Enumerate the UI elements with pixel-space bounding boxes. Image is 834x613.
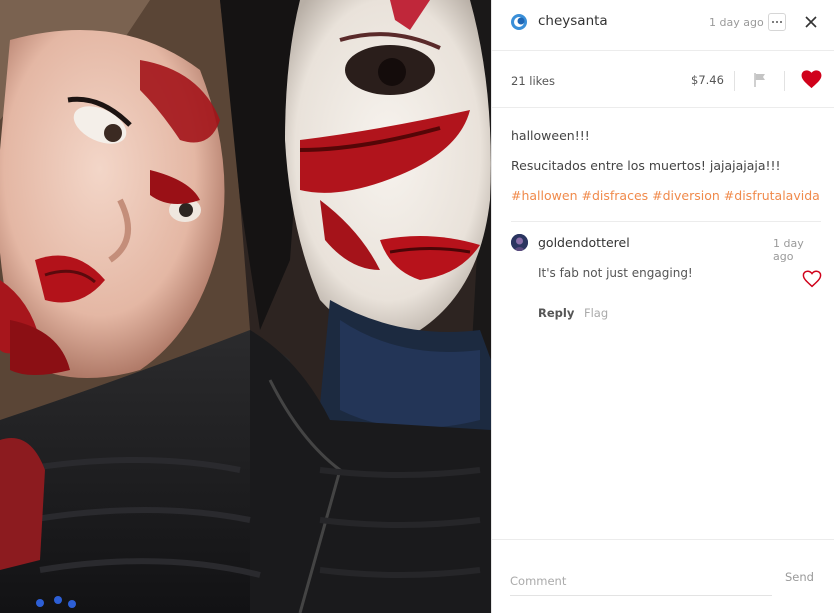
close-icon[interactable]: [803, 14, 819, 30]
post-detail-panel: cheysanta 1 day ago 21 likes $7.46 hallo…: [491, 0, 834, 613]
author-username[interactable]: cheysanta: [538, 13, 608, 29]
post-text: Resucitados entre los muertos! jajajajaj…: [511, 158, 781, 173]
comment-timestamp: 1 day ago: [773, 237, 804, 263]
flag-comment-button[interactable]: Flag: [584, 306, 608, 320]
comment-author-avatar[interactable]: [511, 234, 528, 251]
post-divider: [511, 221, 821, 222]
post-stats-bar: 21 likes $7.46: [492, 51, 834, 108]
stats-divider: [734, 71, 735, 91]
flag-icon[interactable]: [752, 72, 768, 88]
comment-author[interactable]: goldendotterel: [538, 235, 630, 250]
comment-input[interactable]: [510, 567, 772, 596]
post-timestamp: 1 day ago: [709, 16, 764, 29]
post-tags: #hallowen #disfraces #diversion #disfrut…: [511, 188, 821, 204]
tag-link[interactable]: #disfraces: [581, 188, 648, 203]
more-options-icon[interactable]: [768, 13, 786, 31]
payout-value: $7.46: [691, 73, 724, 87]
tag-link[interactable]: #diversion: [652, 188, 720, 203]
heart-icon[interactable]: [801, 70, 822, 89]
post-header: cheysanta 1 day ago: [492, 0, 834, 51]
tag-link[interactable]: #disfrutalavida: [724, 188, 820, 203]
tag-link[interactable]: #hallowen: [511, 188, 578, 203]
reply-button[interactable]: Reply: [538, 306, 574, 320]
author-avatar[interactable]: [510, 13, 528, 31]
post-photo: [0, 0, 491, 613]
comment-heart-icon[interactable]: [802, 270, 822, 288]
comment-item: goldendotterel 1 day ago It's fab not ju…: [511, 234, 826, 324]
post-body: halloween!!! Resucitados entre los muert…: [511, 128, 821, 204]
post-title: halloween!!!: [511, 128, 590, 143]
likes-count[interactable]: 21 likes: [511, 74, 555, 88]
send-button[interactable]: Send: [785, 570, 814, 584]
comment-text: It's fab not just engaging!: [538, 266, 693, 280]
stats-divider: [784, 71, 785, 91]
halloween-selfie-image: [0, 0, 491, 613]
composer-divider: [492, 539, 834, 540]
